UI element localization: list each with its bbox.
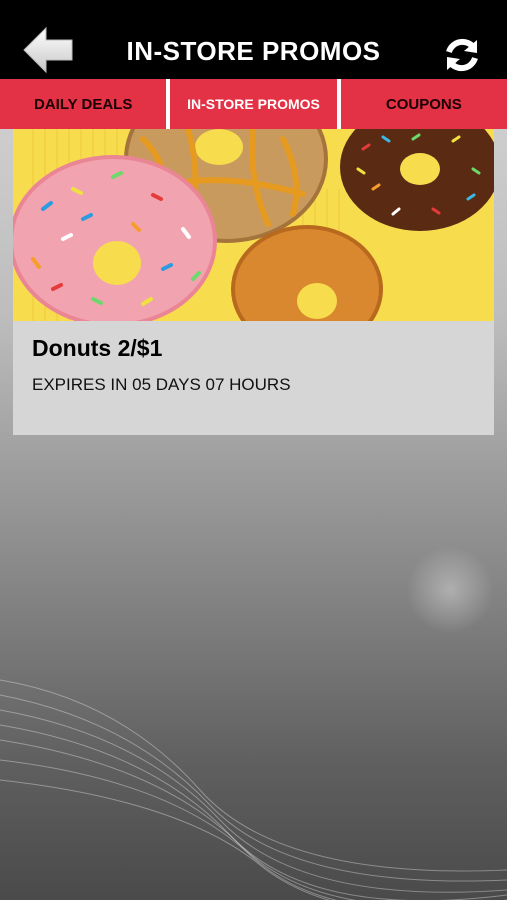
promo-card[interactable]: Donuts 2/$1 EXPIRES IN 05 DAYS 07 HOURS bbox=[13, 129, 494, 435]
tab-coupons[interactable]: COUPONS bbox=[340, 79, 507, 129]
page-title: IN-STORE PROMOS bbox=[126, 36, 381, 66]
background-glow bbox=[400, 545, 500, 635]
app-header: IN-STORE PROMOS bbox=[0, 0, 507, 79]
refresh-button[interactable] bbox=[441, 34, 483, 76]
tab-in-store-promos[interactable]: IN-STORE PROMOS bbox=[170, 79, 337, 129]
tab-daily-deals[interactable]: DAILY DEALS bbox=[0, 79, 167, 129]
promo-title: Donuts 2/$1 bbox=[32, 335, 163, 361]
refresh-icon bbox=[446, 38, 478, 72]
tab-bar: DAILY DEALS IN-STORE PROMOS COUPONS bbox=[0, 79, 507, 129]
donuts-photo bbox=[13, 129, 494, 321]
background-waves bbox=[0, 679, 507, 900]
promo-expiry: EXPIRES IN 05 DAYS 07 HOURS bbox=[32, 375, 291, 394]
